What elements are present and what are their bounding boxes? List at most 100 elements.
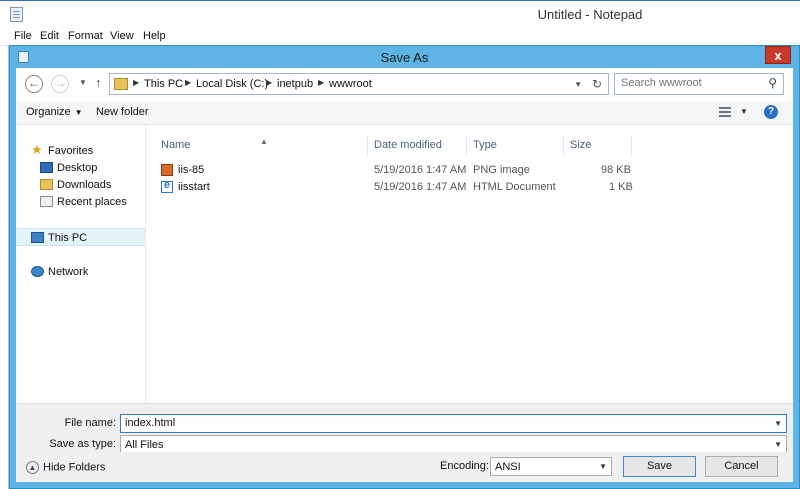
file-name-combobox[interactable]: ▼ — [120, 414, 787, 433]
breadcrumb-inetpub[interactable]: inetpub — [277, 78, 313, 90]
chevron-down-icon: ▼ — [774, 440, 782, 449]
column-header-type[interactable]: Type — [467, 135, 564, 155]
recent-locations-dropdown[interactable]: ▼ — [79, 78, 87, 87]
view-options-icon[interactable] — [719, 107, 731, 117]
nav-item-recent-places[interactable]: Recent places — [16, 193, 145, 211]
network-icon — [31, 266, 44, 277]
hide-folders-button[interactable]: ▲ Hide Folders — [26, 461, 105, 474]
folder-icon — [114, 78, 128, 90]
sort-ascending-icon: ▲ — [260, 137, 268, 146]
breadcrumb-local-disk[interactable]: Local Disk (C:) — [196, 78, 268, 90]
encoding-select[interactable]: ANSI ▼ — [490, 457, 612, 476]
nav-item-downloads[interactable]: Downloads — [16, 176, 145, 194]
column-header-name[interactable]: Name ▲ — [155, 135, 368, 155]
star-icon: ★ — [31, 142, 43, 157]
chevron-up-icon: ▲ — [26, 461, 39, 474]
encoding-label: Encoding: — [440, 460, 489, 472]
up-arrow-icon[interactable]: ↑ — [95, 75, 102, 90]
breadcrumb-separator-icon[interactable]: ▶ — [185, 78, 191, 87]
encoding-value: ANSI — [495, 461, 521, 473]
breadcrumb-separator-icon[interactable]: ▶ — [133, 78, 139, 87]
downloads-icon — [40, 179, 53, 190]
dialog-body: ← → ▼ ↑ ▶ This PC ▶ Local Disk (C:) ▶ in… — [16, 68, 793, 482]
nav-item-label: Recent places — [57, 196, 127, 208]
notepad-window-title: Untitled - Notepad — [537, 7, 643, 22]
breadcrumb-separator-icon[interactable]: ▶ — [318, 78, 324, 87]
dialog-title-bar[interactable]: Save As x — [10, 46, 799, 68]
new-folder-button[interactable]: New folder — [96, 106, 149, 118]
breadcrumb-wwwroot[interactable]: wwwroot — [329, 78, 372, 90]
file-date: 5/19/2016 1:47 AM — [374, 164, 467, 176]
column-header-label: Size — [570, 139, 592, 151]
search-box[interactable]: ⚲ — [614, 73, 784, 95]
menu-edit[interactable]: Edit — [40, 30, 59, 42]
nav-item-label: Desktop — [57, 162, 98, 174]
cancel-button[interactable]: Cancel — [705, 456, 778, 477]
file-name: iisstart — [178, 181, 210, 193]
column-header-size[interactable]: Size — [564, 135, 632, 155]
chevron-down-icon[interactable]: ▼ — [740, 107, 748, 116]
save-as-type-value: All Files — [125, 439, 164, 451]
chevron-down-icon[interactable]: ▼ — [774, 419, 782, 428]
dialog-footer: ▲ Hide Folders Encoding: ANSI ▼ Save Canc… — [16, 452, 793, 482]
search-icon[interactable]: ⚲ — [768, 76, 777, 90]
column-header-label: Name — [161, 139, 191, 151]
breadcrumb-separator-icon[interactable]: ▶ — [266, 78, 272, 87]
chevron-down-icon[interactable]: ▼ — [574, 80, 582, 89]
navigation-pane: ★ Favorites Desktop Downloads Recent pla… — [16, 125, 146, 403]
column-header-label: Type — [473, 139, 497, 151]
nav-item-label: This PC — [48, 232, 88, 244]
organize-label: Organize — [26, 106, 71, 118]
command-toolbar: Organize ▼ New folder ▼ ? — [16, 101, 793, 125]
file-list: Name ▲ Date modified Type Size iis-85 5/… — [147, 125, 793, 403]
file-row[interactable]: iis-85 5/19/2016 1:47 AM PNG image 98 KB — [153, 162, 638, 179]
column-header-label: Date modified — [374, 139, 442, 151]
file-size: 98 KB — [601, 164, 631, 176]
chevron-down-icon: ▼ — [74, 108, 83, 117]
notepad-edit-area — [0, 46, 9, 489]
notepad-menu-bar: File Edit Format View Help — [0, 27, 800, 46]
file-name: iis-85 — [178, 164, 205, 176]
nav-item-label: Downloads — [57, 179, 112, 191]
notepad-title-bar: Untitled - Notepad — [0, 0, 800, 27]
file-date: 5/19/2016 1:47 AM — [374, 181, 467, 193]
forward-arrow-icon: → — [54, 76, 66, 90]
address-bar[interactable]: ▶ This PC ▶ Local Disk (C:) ▶ inetpub ▶ … — [109, 73, 609, 95]
file-name-label: File name: — [64, 417, 116, 429]
address-row: ← → ▼ ↑ ▶ This PC ▶ Local Disk (C:) ▶ in… — [16, 68, 793, 101]
save-as-type-label: Save as type: — [49, 438, 116, 450]
desktop-icon — [40, 162, 53, 173]
refresh-icon[interactable]: ↻ — [592, 77, 602, 91]
menu-help[interactable]: Help — [143, 30, 166, 42]
close-button[interactable]: x — [765, 46, 791, 64]
chevron-down-icon: ▼ — [599, 462, 607, 471]
menu-file[interactable]: File — [14, 30, 32, 42]
help-icon[interactable]: ? — [764, 105, 778, 119]
search-input[interactable] — [621, 77, 761, 89]
save-button[interactable]: Save — [623, 456, 696, 477]
save-as-dialog: Save As x ← → ▼ ↑ ▶ This PC ▶ Local Disk… — [9, 45, 800, 489]
nav-item-label: Network — [48, 266, 89, 278]
menu-view[interactable]: View — [110, 30, 134, 42]
menu-format[interactable]: Format — [68, 30, 103, 42]
back-arrow-icon: ← — [28, 76, 40, 90]
png-file-icon — [161, 164, 173, 176]
dialog-title: Save As — [380, 50, 429, 65]
forward-button[interactable]: → — [51, 75, 69, 93]
file-name-field[interactable] — [125, 417, 724, 429]
column-header-date[interactable]: Date modified — [368, 135, 467, 155]
nav-favorites[interactable]: ★ Favorites — [16, 142, 145, 160]
file-type: PNG image — [473, 164, 530, 176]
file-row[interactable]: iisstart 5/19/2016 1:47 AM HTML Document… — [153, 179, 638, 196]
nav-item-desktop[interactable]: Desktop — [16, 159, 145, 177]
nav-item-network[interactable]: Network — [16, 263, 145, 281]
organize-button[interactable]: Organize ▼ — [26, 106, 83, 118]
breadcrumb-this-pc[interactable]: This PC — [144, 78, 183, 90]
computer-icon — [31, 232, 44, 243]
nav-favorites-label: Favorites — [48, 145, 94, 157]
file-size: 1 KB — [609, 181, 633, 193]
hide-folders-label: Hide Folders — [43, 461, 106, 474]
nav-item-this-pc[interactable]: This PC — [16, 228, 145, 246]
back-button[interactable]: ← — [25, 75, 43, 93]
file-type: HTML Document — [473, 181, 556, 193]
